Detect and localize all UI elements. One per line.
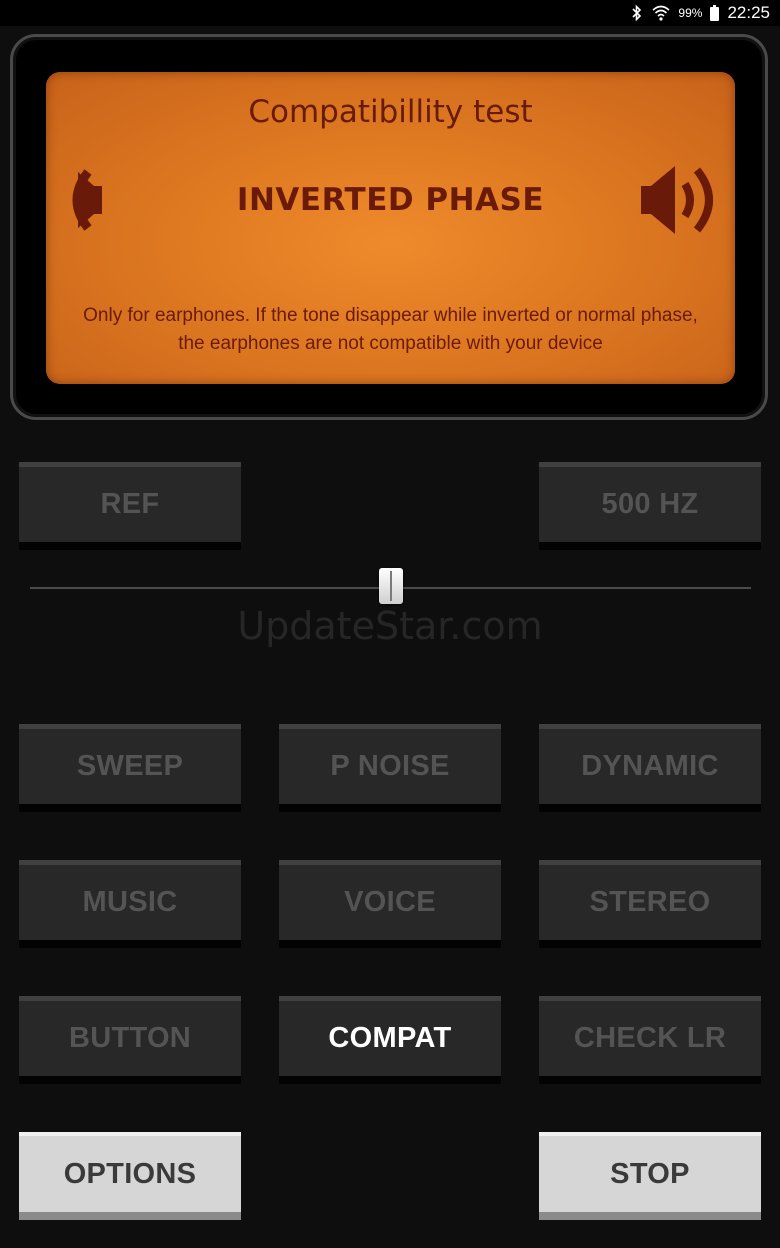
options-button[interactable]: OPTIONS	[19, 1132, 241, 1220]
display-note: Only for earphones. If the tone disappea…	[83, 305, 698, 354]
display-title: Compatibillity test	[248, 94, 533, 130]
status-icons: 99% 22:25	[630, 3, 770, 23]
speaker-inverted-icon	[72, 169, 102, 231]
pink-noise-button[interactable]: P NOISE	[279, 724, 501, 812]
stereo-button[interactable]: STEREO	[539, 860, 761, 948]
bluetooth-icon	[632, 4, 642, 22]
clock: 22:25	[727, 3, 770, 22]
button-test-button[interactable]: BUTTON	[19, 996, 241, 1084]
voice-button[interactable]: VOICE	[279, 860, 501, 948]
watermark: UpdateStar.com	[237, 604, 543, 648]
volume-slider-thumb[interactable]	[378, 568, 403, 604]
battery-icon	[710, 5, 720, 21]
ref-button[interactable]: REF	[19, 462, 241, 550]
battery-percent: 99%	[678, 6, 703, 20]
check-lr-button[interactable]: CHECK LR	[539, 996, 761, 1084]
speaker-icon	[641, 166, 713, 234]
status-bar: 99% 22:25	[0, 0, 780, 26]
dynamic-button[interactable]: DYNAMIC	[539, 724, 761, 812]
frequency-button[interactable]: 500 HZ	[539, 462, 761, 550]
wifi-icon	[652, 5, 670, 21]
stop-button[interactable]: STOP	[539, 1132, 761, 1220]
display-mode: INVERTED PHASE	[236, 182, 545, 218]
sweep-button[interactable]: SWEEP	[19, 724, 241, 812]
music-button[interactable]: MUSIC	[19, 860, 241, 948]
compat-button[interactable]: COMPAT	[279, 996, 501, 1084]
display-screen: Compatibillity test INVERTED PHASE Only …	[46, 72, 735, 384]
